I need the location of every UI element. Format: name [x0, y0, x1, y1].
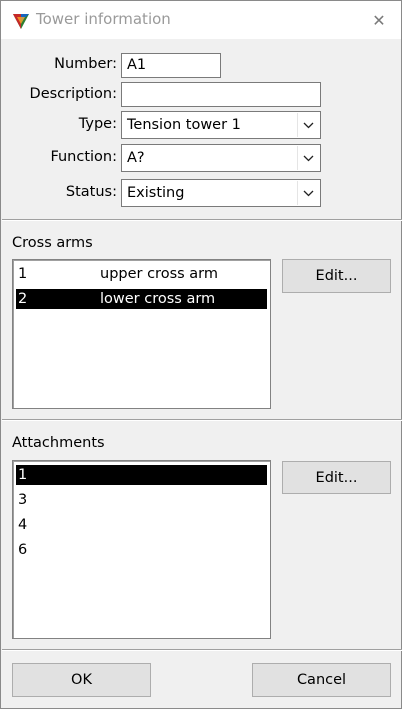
function-select[interactable]: A?	[121, 144, 321, 172]
tower-information-dialog: Tower information ✕ Number: A1 Descripti…	[0, 0, 402, 709]
type-label: Type:	[78, 116, 117, 132]
status-select-value: Existing	[127, 185, 185, 201]
attachment-id: 3	[18, 492, 28, 508]
list-item[interactable]: 1 upper cross arm	[16, 264, 267, 284]
divider	[2, 649, 402, 651]
close-button[interactable]: ✕	[367, 9, 391, 31]
attachments-title: Attachments	[12, 435, 105, 451]
type-select-value: Tension tower 1	[127, 117, 241, 133]
ok-button[interactable]: OK	[12, 663, 151, 697]
chevron-down-icon[interactable]	[297, 146, 319, 170]
cross-arm-name: upper cross arm	[100, 266, 219, 282]
chevron-down-icon[interactable]	[297, 113, 319, 137]
title-bar: Tower information ✕	[1, 1, 401, 39]
cross-arm-id: 2	[18, 291, 28, 307]
attachment-id: 1	[18, 467, 28, 483]
attachment-id: 4	[18, 517, 28, 533]
attachments-edit-button[interactable]: Edit...	[282, 461, 391, 494]
function-label: Function:	[50, 149, 117, 165]
chevron-down-icon[interactable]	[297, 181, 319, 205]
number-label: Number:	[54, 56, 117, 72]
list-item[interactable]: 4	[16, 515, 267, 535]
status-select[interactable]: Existing	[121, 179, 321, 207]
attachment-id: 6	[18, 542, 28, 558]
list-item[interactable]: 2 lower cross arm	[16, 289, 267, 309]
cross-arm-name: lower cross arm	[100, 291, 216, 307]
divider	[2, 219, 402, 221]
function-select-value: A?	[127, 150, 145, 166]
type-select[interactable]: Tension tower 1	[121, 111, 321, 139]
cross-arms-list[interactable]: 1 upper cross arm 2 lower cross arm	[12, 259, 271, 409]
list-item[interactable]: 6	[16, 540, 267, 560]
tower-app-icon	[13, 14, 29, 29]
status-label: Status:	[65, 184, 117, 200]
close-icon: ✕	[372, 10, 386, 30]
divider	[2, 419, 402, 421]
number-field[interactable]: A1	[121, 53, 221, 78]
description-field[interactable]	[121, 82, 321, 107]
list-item[interactable]: 3	[16, 490, 267, 510]
window-title: Tower information	[36, 10, 171, 28]
cancel-button[interactable]: Cancel	[252, 663, 391, 697]
description-label: Description:	[29, 86, 117, 102]
cross-arms-edit-button[interactable]: Edit...	[282, 259, 391, 293]
cross-arm-id: 1	[18, 266, 28, 282]
cross-arms-title: Cross arms	[12, 235, 93, 251]
list-item[interactable]: 1	[16, 465, 267, 485]
attachments-list[interactable]: 1 3 4 6	[12, 460, 271, 639]
